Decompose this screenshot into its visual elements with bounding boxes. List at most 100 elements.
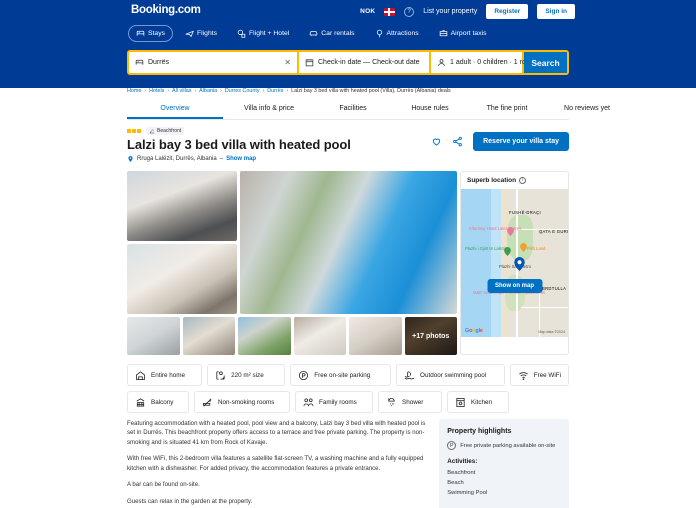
highlights-title: Property highlights [447, 428, 512, 435]
gallery-strip-item[interactable] [127, 317, 180, 355]
beachfront-badge: Beachfront [146, 127, 185, 135]
facility-pool: Outdoor swimming pool [396, 364, 505, 386]
nav-item-stays[interactable]: Stays [128, 25, 173, 42]
breadcrumb-item-all-villas[interactable]: All villas [172, 88, 191, 94]
map-pin-fish-land [520, 243, 527, 252]
highlight-parking-text: Free private parking available on-site [460, 442, 556, 449]
map-pin-property [514, 257, 525, 271]
facility-entire-home: Entire home [127, 364, 203, 386]
map-attribution: Map data ©2024 [538, 330, 565, 334]
map-label-fushe-draci: FUSHË-DRAÇI [509, 210, 541, 215]
tab-villa-info-price[interactable]: Villa info & price [223, 100, 315, 119]
plane-hotel-icon [237, 29, 246, 38]
address-text: Rruga Lalëzit, Durrës, Albania [137, 156, 217, 162]
list-your-property-link[interactable]: List your property [423, 8, 477, 15]
beachfront-label: Beachfront [157, 128, 182, 134]
breadcrumb-item-hotels[interactable]: Hotels [149, 88, 164, 94]
currency-selector[interactable]: NOK [360, 8, 375, 15]
star-square [132, 129, 136, 133]
nav-label: Flight + Hotel [249, 30, 290, 37]
facility-label: Shower [402, 398, 424, 406]
gallery-strip-item[interactable] [293, 317, 346, 355]
nav-item-attractions[interactable]: Attractions [367, 25, 427, 42]
register-button[interactable]: Register [486, 4, 529, 19]
description-paragraph-3: A bar can be found on-site. [127, 481, 200, 489]
car-icon [309, 29, 318, 38]
wifi-icon [518, 370, 529, 381]
occupancy-field[interactable]: 1 adult · 0 children · 1 room ▾ [431, 52, 543, 73]
balcony-icon [135, 397, 146, 408]
breadcrumb-item-home[interactable]: Home [127, 88, 141, 94]
map-image[interactable]: FUSHË-DRAÇI QATA E GURIT BRDTULLA Elite … [461, 189, 568, 337]
dates-field[interactable]: Check-in date — Check-out date [299, 52, 431, 73]
breadcrumb-separator: › [167, 88, 170, 94]
nav-label: Attractions [386, 30, 419, 37]
facilities-highlights: Entire home 220 m² size Free on-site par… [127, 364, 570, 413]
info-circle-icon[interactable]: i [519, 177, 527, 184]
nav-item-flights[interactable]: Flights [177, 25, 225, 42]
signin-button[interactable]: Sign in [537, 4, 575, 19]
breadcrumb: Home › Hotels › All villas › Albania › D… [127, 88, 569, 94]
close-icon[interactable]: ✕ [284, 58, 291, 67]
destination-field[interactable]: Durrës ✕ [129, 52, 299, 73]
show-on-map-button[interactable]: Show on map [487, 279, 542, 293]
gallery-thumb-column [127, 171, 237, 314]
gallery-thumb-bedroom[interactable] [127, 171, 237, 241]
facility-label: Free on-site parking [314, 371, 371, 379]
map-heading: Superb location i [461, 172, 568, 189]
search-button[interactable]: Search [524, 52, 567, 73]
occupancy-value: 1 adult · 0 children · 1 room [450, 59, 536, 66]
google-logo: Google [465, 328, 483, 334]
show-map-link[interactable]: Show map [226, 156, 256, 162]
bed-icon [135, 58, 144, 67]
breadcrumb-separator: › [286, 88, 289, 94]
booking-property-page: Booking.com NOK ? List your property Reg… [0, 0, 696, 508]
breadcrumb-item-albania[interactable]: Albania [199, 88, 217, 94]
breadcrumb-separator: › [194, 88, 197, 94]
nav-item-car-rentals[interactable]: Car rentals [301, 25, 362, 42]
share-icon[interactable] [452, 136, 463, 147]
property-actions: Reserve your villa stay [431, 132, 569, 151]
facility-parking: Free on-site parking [290, 364, 392, 386]
activity-item: Beachfront [447, 470, 476, 476]
tab-house-rules[interactable]: House rules [391, 100, 469, 119]
beach-icon [149, 128, 155, 134]
reserve-button[interactable]: Reserve your villa stay [473, 132, 569, 151]
nav-item-flight-hotel[interactable]: Flight + Hotel [229, 25, 297, 42]
gallery-and-map: +17 photos Superb location i FUSHË-DRAÇI… [127, 171, 569, 355]
flag-denmark-icon[interactable] [384, 7, 396, 16]
gallery-strip-item[interactable] [238, 317, 291, 355]
bed-icon [136, 29, 145, 38]
person-icon [437, 58, 446, 67]
header-top-bar: Booking.com NOK ? List your property Reg… [0, 0, 696, 24]
facilities-row-2: Balcony Non-smoking rooms Family rooms S… [127, 391, 569, 413]
gallery-strip-item[interactable] [349, 317, 402, 355]
help-circle-icon[interactable]: ? [404, 6, 415, 17]
tab-facilities[interactable]: Facilities [315, 100, 391, 119]
address-separator: – [219, 156, 224, 162]
header-right-actions: NOK ? List your property Register Sign i… [360, 4, 575, 19]
tab-the-fine-print[interactable]: The fine print [469, 100, 545, 119]
taxi-icon [439, 29, 448, 38]
gallery-more-photos[interactable]: +17 photos [404, 317, 457, 355]
tab-overview[interactable]: Overview [127, 100, 223, 119]
family-icon [303, 397, 314, 408]
nav-item-airport-taxis[interactable]: Airport taxis [431, 25, 495, 42]
breadcrumb-item-durres-county[interactable]: Durres County [225, 88, 260, 94]
search-bar-region: Durrës ✕ Check-in date — Check-out date … [0, 46, 696, 88]
heart-icon[interactable] [431, 136, 442, 147]
breadcrumb-item-durres[interactable]: Durrës [267, 88, 283, 94]
tab-reviews[interactable]: No reviews yet [545, 100, 629, 119]
booking-logo[interactable]: Booking.com [131, 4, 201, 16]
star-square [137, 129, 141, 133]
map-label-qata-e-gurit: QATA E GURIT [539, 229, 568, 234]
gallery-strip-item[interactable] [182, 317, 235, 355]
calendar-icon [305, 58, 314, 67]
gallery-main-photo[interactable] [240, 171, 457, 314]
property-tabs: Overview Villa info & price Facilities H… [127, 100, 610, 120]
description-paragraph-2: With free WiFi, this 2-bedroom villa fea… [127, 455, 424, 472]
gallery-thumb-living-room[interactable] [127, 244, 237, 314]
nav-label: Stays [148, 30, 165, 37]
kitchen-icon [455, 397, 466, 408]
description-paragraph-4: Guests can relax in the garden at the pr… [127, 497, 253, 505]
